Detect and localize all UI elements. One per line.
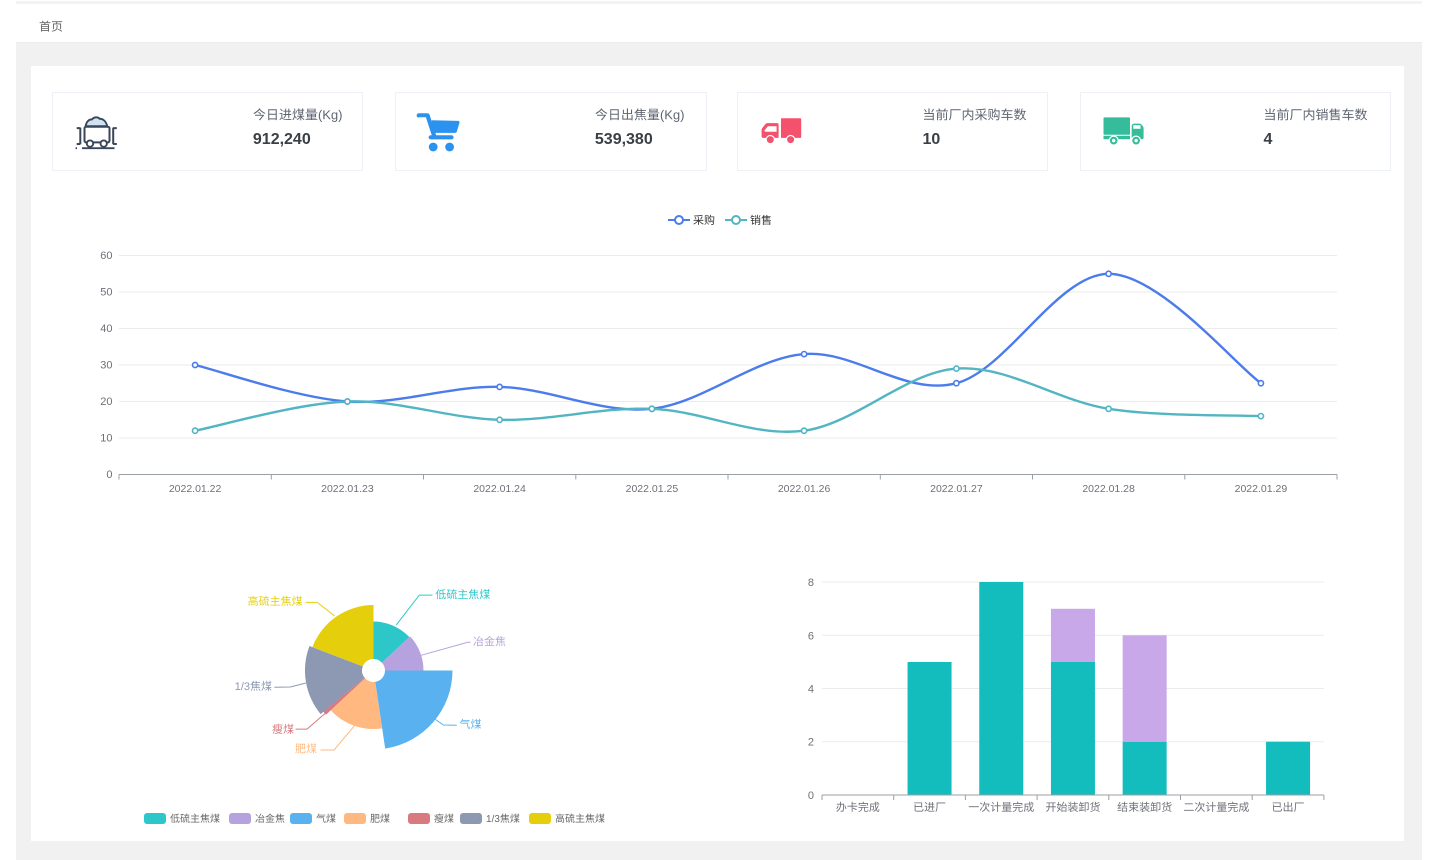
svg-text:0: 0: [808, 790, 814, 802]
svg-text:20: 20: [100, 396, 112, 408]
svg-text:60: 60: [100, 250, 112, 262]
svg-text:0: 0: [106, 469, 112, 481]
svg-text:50: 50: [100, 287, 112, 299]
svg-text:2022.01.27: 2022.01.27: [930, 483, 983, 495]
svg-text:8: 8: [808, 577, 814, 589]
svg-text:4: 4: [808, 684, 814, 696]
svg-text:40: 40: [100, 323, 112, 335]
svg-text:2022.01.28: 2022.01.28: [1082, 483, 1135, 495]
svg-text:2022.01.22: 2022.01.22: [169, 483, 222, 495]
svg-text:6: 6: [808, 630, 814, 642]
svg-text:2: 2: [808, 737, 814, 749]
svg-text:2022.01.23: 2022.01.23: [321, 483, 374, 495]
svg-text:30: 30: [100, 360, 112, 372]
svg-text:2022.01.24: 2022.01.24: [473, 483, 526, 495]
svg-text:2022.01.29: 2022.01.29: [1235, 483, 1288, 495]
svg-text:2022.01.25: 2022.01.25: [626, 483, 679, 495]
svg-text:10: 10: [100, 433, 112, 445]
svg-text:2022.01.26: 2022.01.26: [778, 483, 831, 495]
